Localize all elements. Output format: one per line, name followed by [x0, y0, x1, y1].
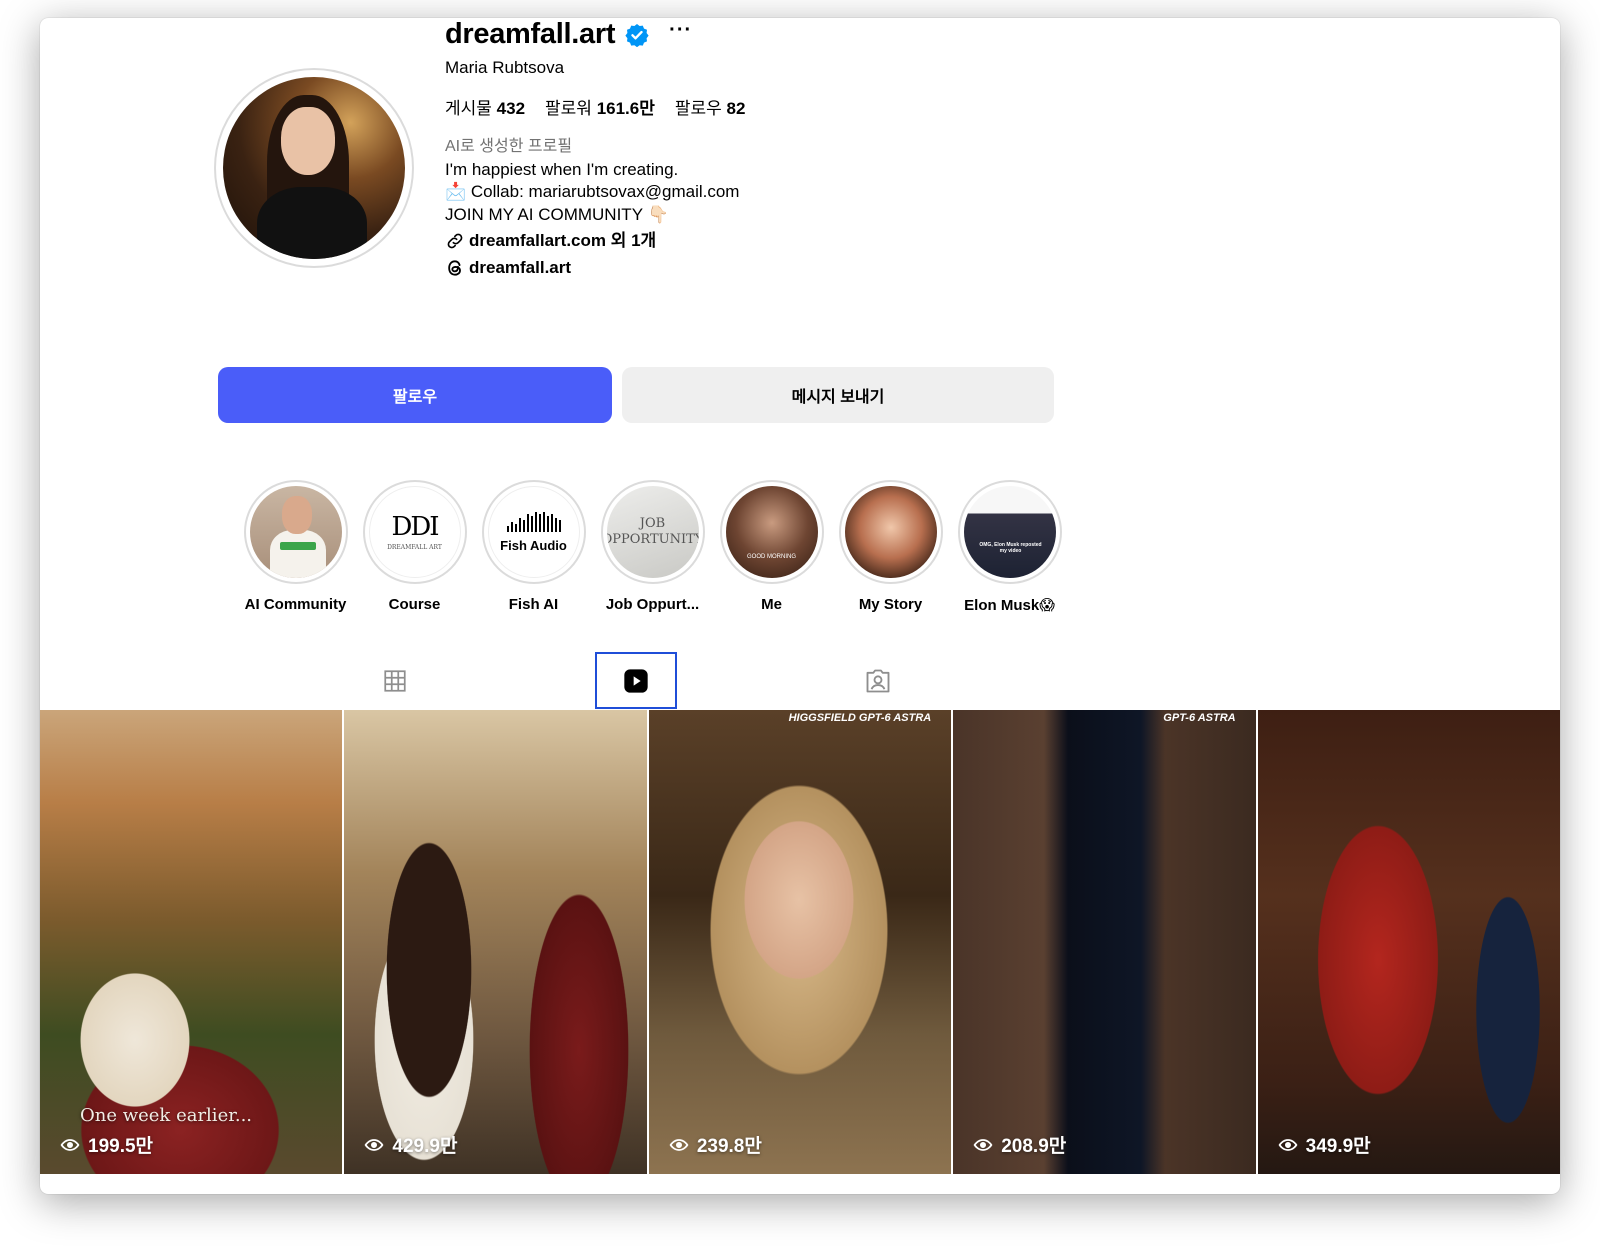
story-highlights: AI Community DDI DREAMFALL ART Course Fi… — [236, 480, 1069, 614]
threads-icon — [448, 260, 461, 276]
reel-views: 239.8만 — [669, 1131, 762, 1158]
highlight-cover — [249, 486, 342, 578]
highlight-course[interactable]: DDI DREAMFALL ART Course — [355, 480, 474, 614]
posts-count: 게시물 432 — [445, 99, 526, 118]
highlight-cover: DDI DREAMFALL ART — [368, 486, 461, 578]
reels-icon — [624, 668, 648, 693]
profile-avatar[interactable] — [214, 68, 414, 268]
followers-count[interactable]: 팔로워 161.6만 — [545, 94, 655, 119]
highlight-label: Elon Musk😱 — [964, 597, 1055, 614]
bio-line-1: I'm happiest when I'm creating. — [445, 159, 679, 179]
grid-icon — [384, 669, 406, 692]
highlight-label: Course — [388, 596, 441, 613]
tab-reels[interactable] — [595, 652, 677, 709]
profile-stats: 게시물 432 팔로워 161.6만 팔로우 82 — [445, 94, 745, 119]
eye-icon — [669, 1138, 689, 1151]
course-logo-text: DDI — [391, 511, 440, 542]
reel-item[interactable]: One week earlier... 199.5만 — [40, 710, 343, 1174]
following-count[interactable]: 팔로우 82 — [675, 94, 746, 119]
bio: AI로 생성한 프로필 I'm happiest when I'm creati… — [445, 136, 739, 279]
highlight-cover: GOOD MORNING — [725, 486, 818, 578]
highlight-label: Fish AI — [508, 596, 559, 613]
job-cover-text: JOB OPPORTUNITY — [606, 516, 699, 547]
highlight-me[interactable]: GOOD MORNING Me — [712, 480, 831, 614]
threads-link[interactable]: dreamfall.art — [445, 257, 739, 280]
follow-button[interactable]: 팔로우 — [218, 367, 612, 423]
reel-views: 199.5만 — [60, 1131, 153, 1158]
bio-line-2: 📩 Collab: mariarubtsovax@gmail.com — [445, 182, 740, 201]
reel-item[interactable]: 349.9만 — [1257, 710, 1560, 1174]
profile-window: dreamfall.art ··· Maria Rubtsova 게시물 432… — [40, 18, 1560, 1194]
reel-views: 349.9만 — [1278, 1131, 1371, 1158]
eye-icon — [60, 1138, 80, 1151]
external-link[interactable]: dreamfallart.com 외 1개 — [445, 230, 739, 253]
highlight-cover: Fish Audio — [487, 486, 580, 578]
link-icon — [447, 233, 463, 249]
me-cover-text: GOOD MORNING — [747, 554, 796, 560]
profile-tabs — [40, 652, 1560, 710]
elon-cover-text: OMG, Elon Musk reposted my video — [979, 542, 1042, 554]
tab-tagged[interactable] — [837, 652, 919, 709]
fish-logo-text: Fish Audio — [500, 537, 567, 553]
message-button[interactable]: 메시지 보내기 — [622, 367, 1054, 423]
reel-item[interactable]: HIGGSFIELD GPT-6 ASTRA 239.8만 — [648, 710, 952, 1174]
highlight-cover: OMG, Elon Musk reposted my video — [963, 486, 1056, 578]
highlight-label: AI Community — [244, 596, 347, 613]
verified-badge-icon — [625, 23, 649, 47]
highlight-ai-community[interactable]: AI Community — [236, 480, 355, 614]
tab-posts-grid[interactable] — [354, 652, 436, 709]
highlight-my-story[interactable]: My Story — [831, 480, 950, 614]
reel-views: 208.9만 — [973, 1131, 1066, 1158]
highlight-fish-ai[interactable]: Fish Audio Fish AI — [474, 480, 593, 614]
highlight-cover — [844, 486, 937, 578]
reel-watermark: GPT-6 ASTRA — [1163, 712, 1236, 724]
highlight-elon-musk[interactable]: OMG, Elon Musk reposted my video Elon Mu… — [950, 480, 1069, 614]
highlight-job[interactable]: JOB OPPORTUNITY Job Oppurt... — [593, 480, 712, 614]
reel-views: 429.9만 — [364, 1131, 457, 1158]
eye-icon — [1278, 1138, 1298, 1151]
highlight-label: Job Oppurt... — [605, 596, 700, 613]
reel-watermark: HIGGSFIELD GPT-6 ASTRA — [788, 712, 932, 724]
reel-item[interactable]: 429.9만 — [344, 710, 647, 1174]
bio-line-3: JOIN MY AI COMMUNITY 👇🏻 — [445, 204, 669, 224]
more-options-button[interactable]: ··· — [669, 19, 692, 42]
tagged-icon — [866, 669, 890, 692]
reel-caption: One week earlier... — [80, 1105, 253, 1126]
external-link-text: dreamfallart.com 외 1개 — [469, 231, 657, 250]
highlight-label: My Story — [858, 596, 923, 613]
audio-waveform-icon — [506, 511, 561, 532]
full-name: Maria Rubtsova — [445, 58, 565, 77]
highlight-label: Me — [761, 596, 782, 613]
eye-icon — [973, 1138, 993, 1151]
avatar-image — [223, 77, 405, 259]
username: dreamfall.art — [445, 18, 616, 50]
reel-item[interactable]: GPT-6 ASTRA 208.9만 — [953, 710, 1256, 1174]
course-logo-subtext: DREAMFALL ART — [387, 543, 442, 551]
reels-grid: One week earlier... 199.5만 429.9만 HIGGSF… — [40, 710, 1560, 1174]
highlight-cover: JOB OPPORTUNITY — [606, 486, 699, 578]
ai-generated-label: AI로 생성한 프로필 — [445, 138, 573, 155]
threads-link-text: dreamfall.art — [469, 257, 572, 277]
eye-icon — [365, 1138, 384, 1151]
username-row: dreamfall.art ··· — [445, 18, 692, 51]
